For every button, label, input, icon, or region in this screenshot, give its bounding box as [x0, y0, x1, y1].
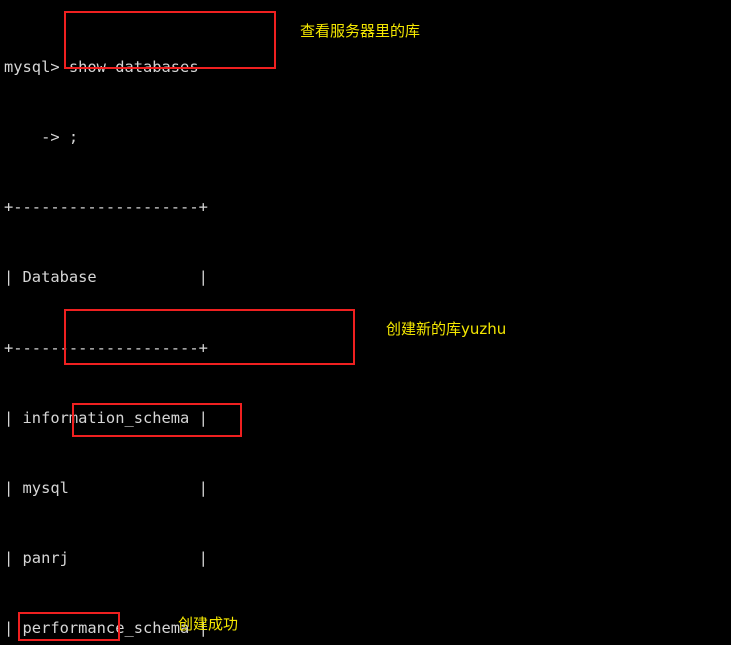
terminal-line: -> ;: [4, 128, 79, 147]
terminal-line: | Database |: [4, 268, 208, 287]
annotation-view-databases: 查看服务器里的库: [300, 22, 421, 40]
terminal-line: mysql> show databases: [4, 57, 199, 76]
terminal-line: | performance_schema |: [4, 619, 208, 638]
annotation-create-database: 创建新的库yuzhu: [386, 320, 507, 338]
terminal-screenshot: mysql> show databases -> ; +------------…: [0, 0, 731, 645]
terminal-line: | mysql |: [4, 479, 208, 498]
annotation-create-success: 创建成功: [178, 615, 239, 633]
terminal-line: | panrj |: [4, 549, 208, 568]
terminal-line: +--------------------+: [4, 338, 208, 357]
terminal-line: +--------------------+: [4, 198, 208, 217]
terminal-line: | information_schema |: [4, 408, 208, 427]
